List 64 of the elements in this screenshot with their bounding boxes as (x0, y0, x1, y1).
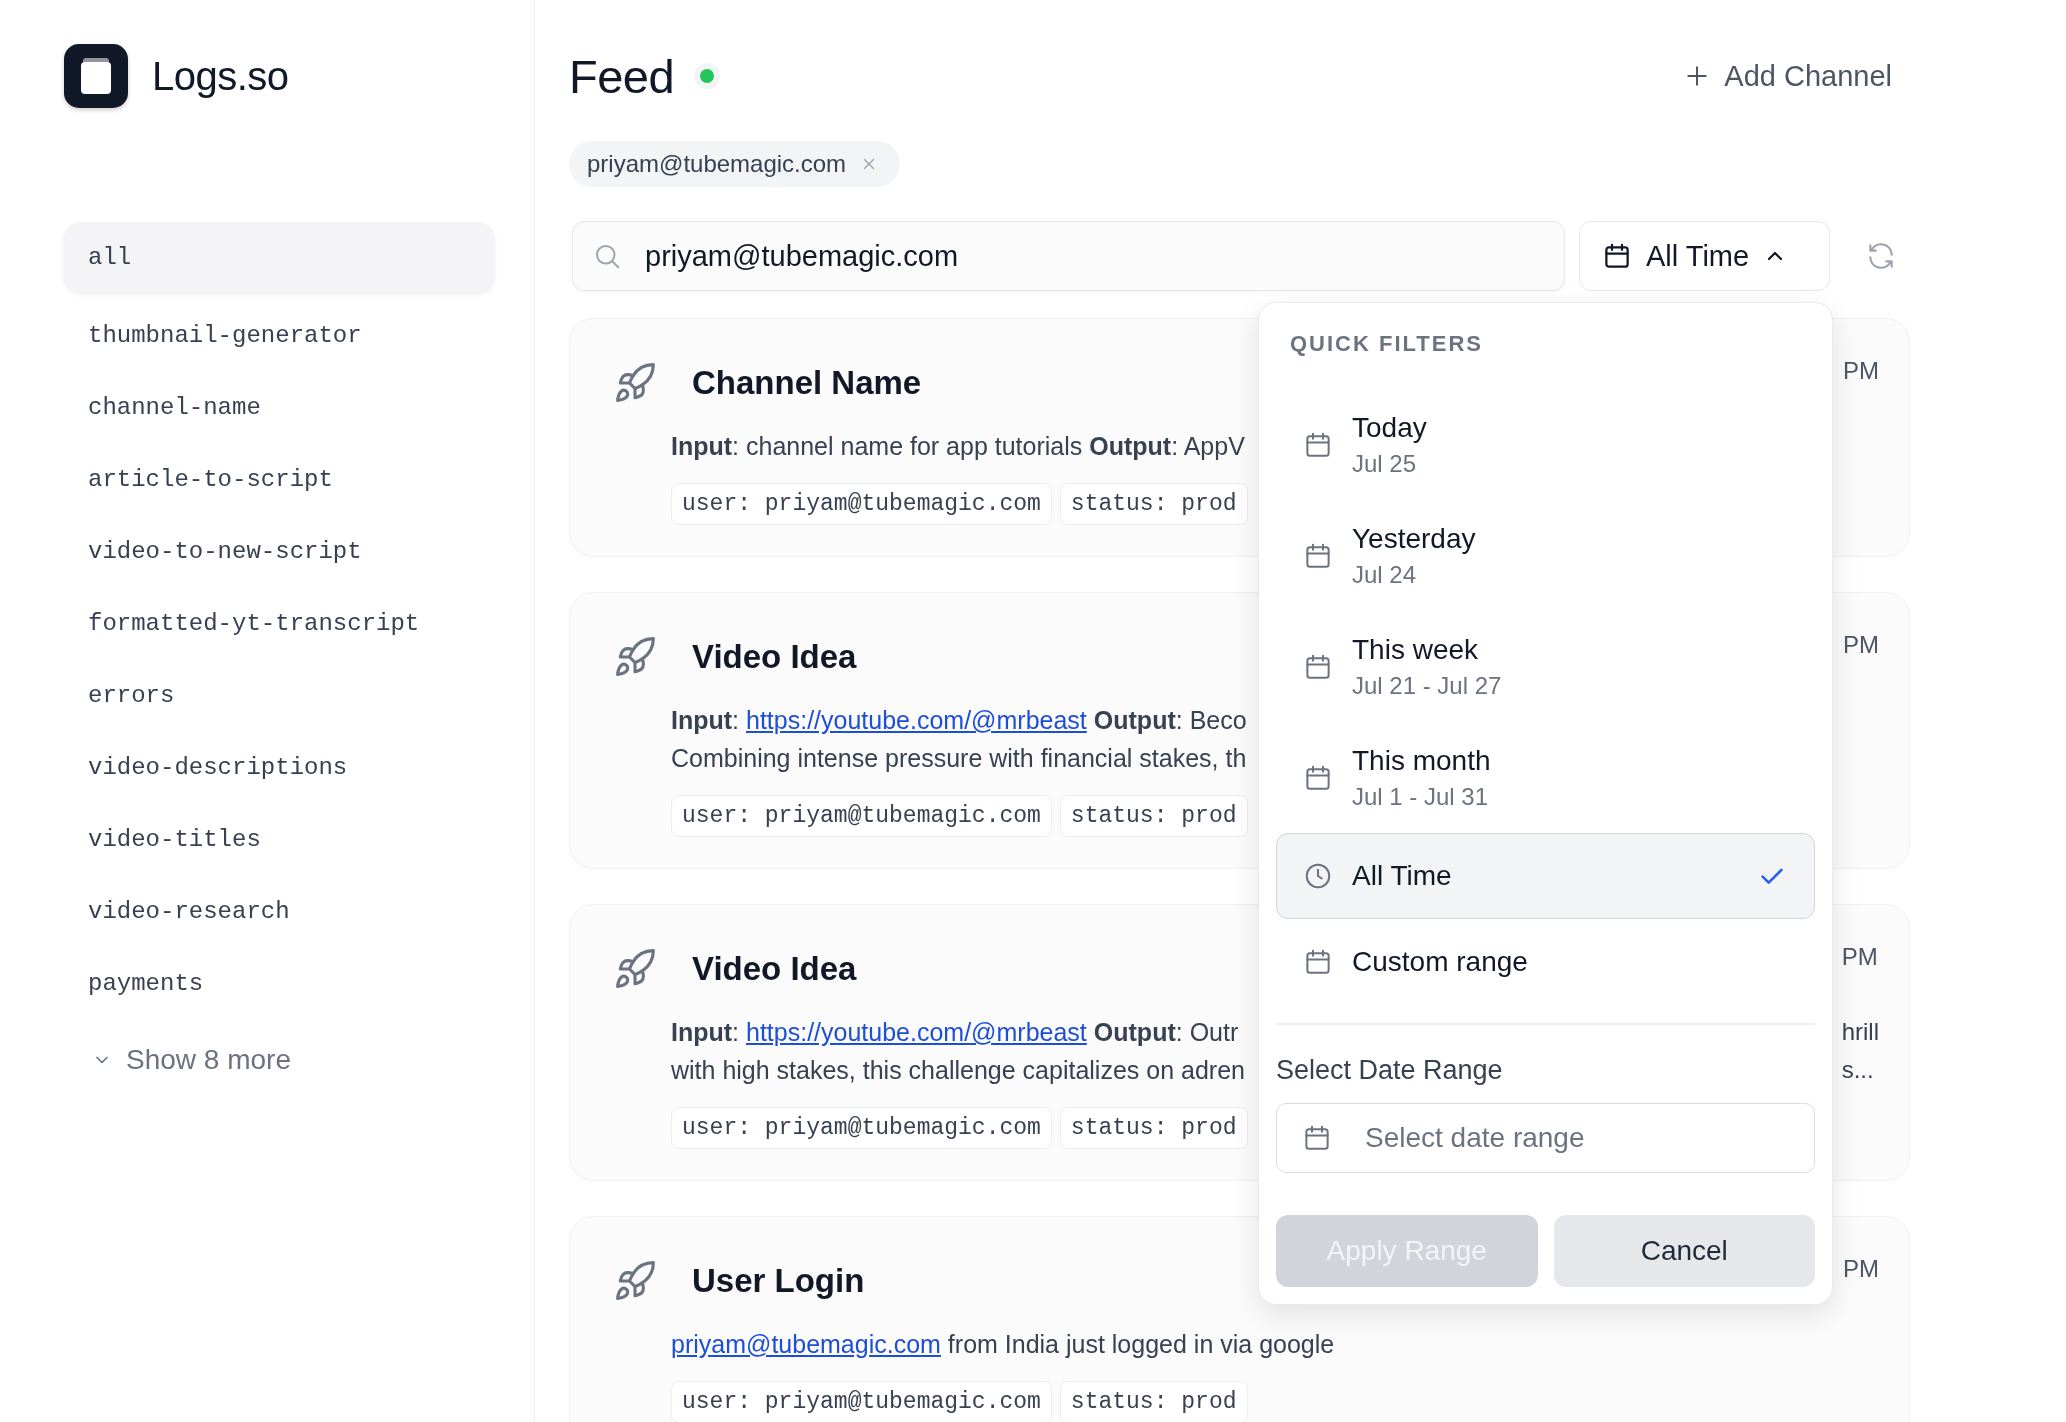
card-text: s... (1841, 1055, 1875, 1085)
sidebar-item[interactable]: video-titles (64, 804, 494, 874)
date-option[interactable]: Today Jul 25 (1276, 389, 1815, 500)
calendar-icon (1602, 241, 1632, 271)
card-time: PM (1843, 630, 1879, 660)
calendar-icon (1303, 947, 1333, 977)
card-title: User Login (692, 1262, 865, 1300)
search-field[interactable]: priyam@tubemagic.com (572, 221, 1565, 291)
card-text: with high stakes, this challenge capitalizes on adren (671, 1055, 1245, 1086)
date-option[interactable]: This week Jul 21 - Jul 27 (1276, 611, 1815, 722)
tag: status: prod (1059, 483, 1248, 525)
card-text: Input: https://youtube.com/@mrbeast Output: Beco (671, 705, 1247, 736)
sidebar-item[interactable]: thumbnail-generator (64, 300, 494, 370)
card-time: PM (1843, 356, 1879, 386)
sidebar-item[interactable]: video-to-new-script (64, 516, 494, 586)
add-channel-button[interactable]: Add Channel (1684, 59, 1892, 93)
sidebar-item[interactable]: payments (64, 948, 494, 1018)
link[interactable]: priyam@tubemagic.com (671, 1330, 941, 1358)
clock-icon (1303, 861, 1333, 891)
calendar-icon (1302, 1123, 1332, 1153)
tag: status: prod (1059, 1107, 1248, 1149)
date-filter-button[interactable]: All Time (1579, 221, 1830, 291)
sidebar-item[interactable]: article-to-script (64, 444, 494, 514)
tag: status: prod (1059, 795, 1248, 837)
rocket-icon (613, 635, 657, 679)
card-title: Video Idea (692, 638, 857, 676)
tag: user: priyam@tubemagic.com (671, 795, 1052, 837)
app-name: Logs.so (152, 53, 289, 99)
show-more-button[interactable]: Show 8 more (64, 1020, 494, 1100)
card-title: Video Idea (692, 950, 857, 988)
sidebar-item[interactable]: all (64, 222, 494, 292)
date-range-field[interactable]: Select date range (1276, 1103, 1815, 1173)
app-logo (64, 44, 128, 108)
date-option[interactable]: This month Jul 1 - Jul 31 (1276, 722, 1815, 833)
rocket-icon (613, 1259, 657, 1303)
sidebar-item[interactable]: errors (64, 660, 494, 730)
link[interactable]: https://youtube.com/@mrbeast (746, 706, 1087, 734)
rocket-icon (613, 361, 657, 405)
card-text: priyam@tubemagic.com from India just logged in via google (671, 1329, 1335, 1360)
card-title: Channel Name (692, 364, 922, 402)
sidebar-item[interactable]: video-descriptions (64, 732, 494, 802)
tag: status: prod (1059, 1381, 1248, 1422)
sidebar-item[interactable]: formatted-yt-transcript (64, 588, 494, 658)
tag: user: priyam@tubemagic.com (671, 1381, 1052, 1422)
page-title: Feed (569, 48, 675, 104)
card-text: Input: https://youtube.com/@mrbeast Output: Outr (671, 1017, 1239, 1048)
section-label: Select Date Range (1276, 1055, 1504, 1087)
sidebar-item[interactable]: channel-name (64, 372, 494, 442)
tag: user: priyam@tubemagic.com (671, 1107, 1052, 1149)
rocket-icon (613, 947, 657, 991)
date-option[interactable]: All Time (1276, 833, 1815, 919)
card-text: Input: channel name for app tutorials Output: AppV (671, 431, 1245, 462)
sidebar-item[interactable]: video-research (64, 876, 494, 946)
card-time: PM (1843, 1254, 1879, 1284)
card-text: hrill (1841, 1017, 1879, 1047)
cancel-button[interactable]: Cancel (1553, 1215, 1815, 1287)
chip-label: priyam@tubemagic.com (587, 150, 847, 178)
menu-heading: QUICK FILTERS (1290, 330, 1485, 358)
card-time: PM (1841, 942, 1879, 972)
link[interactable]: https://youtube.com/@mrbeast (746, 1018, 1087, 1046)
tag: user: priyam@tubemagic.com (671, 483, 1052, 525)
date-option[interactable]: Custom range (1276, 919, 1815, 1005)
date-option[interactable]: Yesterday Jul 24 (1276, 500, 1815, 611)
card-text: Combining intense pressure with financial stakes, th (671, 743, 1247, 774)
